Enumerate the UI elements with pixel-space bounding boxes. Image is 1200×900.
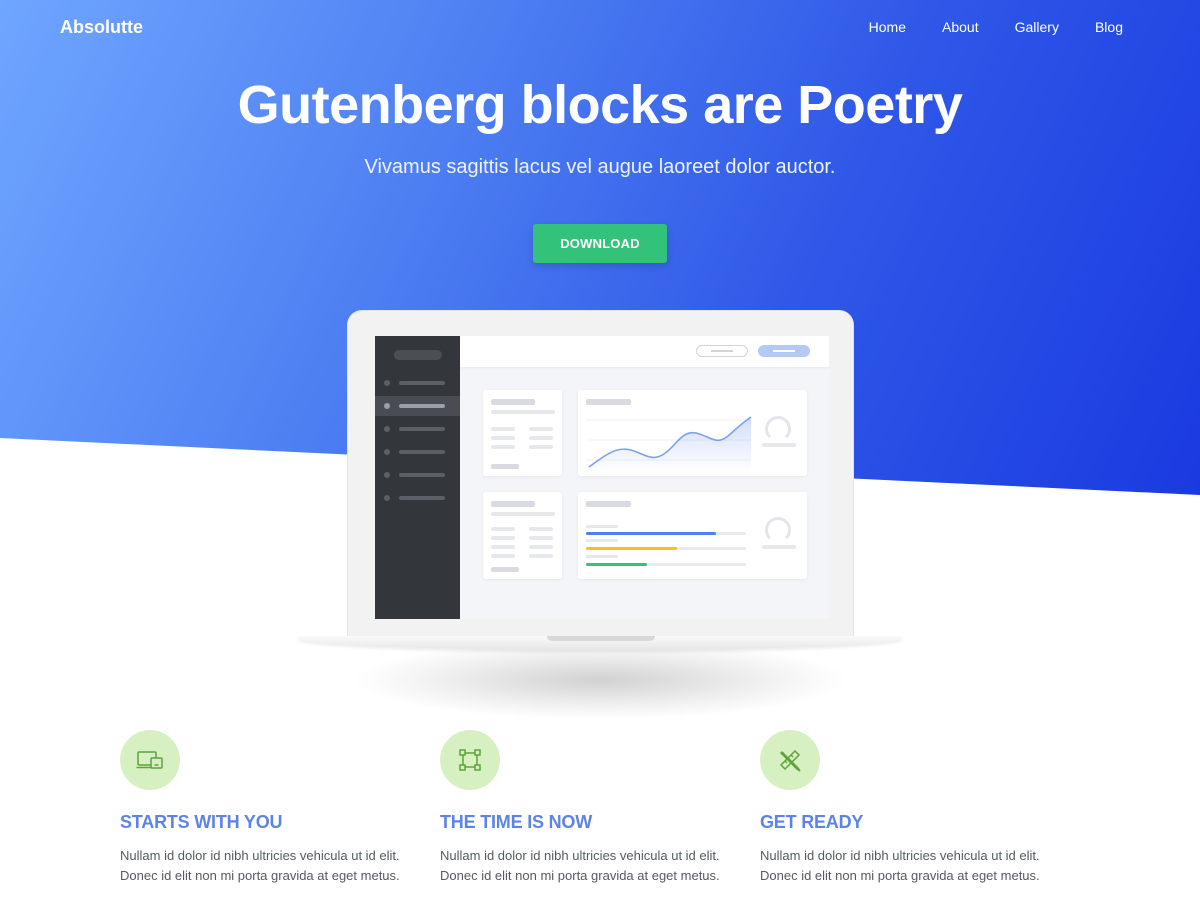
crop-frame-icon [440, 730, 500, 790]
mockup-progress-bar [586, 547, 677, 550]
mockup-logo-placeholder [394, 350, 442, 360]
site-brand[interactable]: Absolutte [60, 16, 143, 38]
mockup-sidebar-item [375, 419, 460, 439]
feature-description-line: Donec id elit non mi porta gravida at eg… [440, 868, 720, 883]
laptop-notch [547, 636, 655, 641]
mockup-gauge [765, 416, 791, 442]
feature-title: GET READY [760, 812, 864, 832]
mockup-topbar [460, 336, 829, 367]
mockup-outline-pill [696, 345, 748, 357]
nav-about-link[interactable]: About [942, 18, 979, 36]
mockup-line-chart [586, 416, 752, 472]
mockup-sidebar-item [375, 488, 460, 508]
feature-description-line: Donec id elit non mi porta gravida at eg… [120, 868, 400, 883]
dashboard-mockup-screen [375, 336, 829, 619]
feature-description: Nullam id dolor id nibh ultricies vehicu… [120, 846, 440, 886]
feature-title: STARTS WITH YOU [120, 812, 283, 832]
mockup-progress-card [578, 492, 807, 579]
feature-title: THE TIME IS NOW [440, 812, 592, 832]
mockup-sidebar-item [375, 442, 460, 462]
devices-icon [120, 730, 180, 790]
mockup-filled-pill [758, 345, 810, 357]
mockup-progress-bar [586, 532, 716, 535]
feature-description-line: Nullam id dolor id nibh ultricies vehicu… [120, 848, 400, 863]
mockup-chart-card [578, 390, 807, 476]
mockup-card [483, 390, 562, 476]
feature-description: Nullam id dolor id nibh ultricies vehicu… [760, 846, 1080, 886]
nav-home-link[interactable]: Home [869, 18, 906, 36]
feature-description-line: Nullam id dolor id nibh ultricies vehicu… [760, 848, 1040, 863]
feature-description-line: Nullam id dolor id nibh ultricies vehicu… [440, 848, 720, 863]
mockup-sidebar-item [375, 465, 460, 485]
mockup-sidebar-item-active [375, 396, 460, 416]
hero-subtitle: Vivamus sagittis lacus vel augue laoreet… [364, 156, 836, 178]
nav-blog-link[interactable]: Blog [1095, 18, 1123, 36]
mockup-sidebar [375, 336, 460, 619]
mockup-gauge [765, 517, 791, 543]
laptop-shadow [350, 640, 850, 720]
download-button[interactable]: DOWNLOAD [533, 224, 667, 263]
feature-description: Nullam id dolor id nibh ultricies vehicu… [440, 846, 760, 886]
mockup-sidebar-item [375, 373, 460, 393]
feature-description-line: Donec id elit non mi porta gravida at eg… [760, 868, 1040, 883]
hero-title: Gutenberg blocks are Poetry [237, 75, 963, 135]
mockup-card [483, 492, 562, 579]
mockup-progress-bar [586, 563, 647, 566]
nav-gallery-link[interactable]: Gallery [1015, 18, 1059, 36]
main-nav: Home About Gallery Blog [869, 18, 1123, 36]
pencil-ruler-icon [760, 730, 820, 790]
